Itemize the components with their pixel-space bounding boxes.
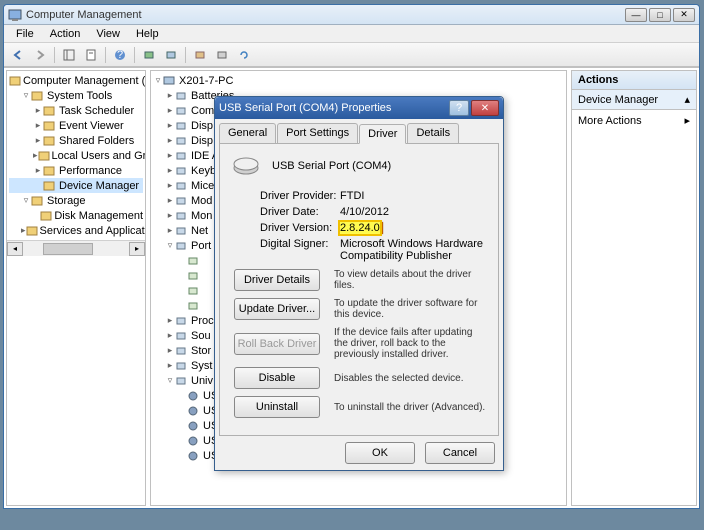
minimize-button[interactable]: —: [625, 8, 647, 22]
disable-button[interactable]: Disable: [234, 367, 320, 389]
more-actions-item[interactable]: More Actions ▸: [572, 110, 696, 131]
properties-dialog: USB Serial Port (COM4) Properties ? ✕ Ge…: [214, 96, 504, 471]
update-driver-button[interactable]: [161, 46, 181, 64]
update-driver-desc: To update the driver software for this d…: [334, 298, 488, 320]
provider-value: FTDI: [340, 190, 488, 202]
tab-body-driver: USB Serial Port (COM4) Driver Provider: …: [219, 143, 499, 436]
disable-desc: Disables the selected device.: [334, 373, 488, 384]
uninstall-button[interactable]: [190, 46, 210, 64]
dialog-close-button[interactable]: ✕: [471, 100, 499, 116]
tree-item[interactable]: Device Manager: [9, 178, 143, 193]
cancel-button[interactable]: Cancel: [425, 442, 495, 464]
collapse-icon[interactable]: ▴: [684, 93, 690, 106]
tab-port-settings[interactable]: Port Settings: [277, 123, 358, 143]
dialog-title: USB Serial Port (COM4) Properties: [219, 102, 449, 114]
back-button[interactable]: [8, 46, 28, 64]
toolbar: ?: [4, 43, 699, 67]
app-icon: [8, 8, 22, 22]
tree-item[interactable]: Computer Management (Local: [9, 73, 143, 88]
rollback-driver-button: Roll Back Driver: [234, 333, 320, 355]
date-label: Driver Date:: [260, 206, 340, 218]
device-icon: [230, 154, 262, 178]
uninstall-button[interactable]: Uninstall: [234, 396, 320, 418]
signer-label: Digital Signer:: [260, 238, 340, 262]
dialog-titlebar[interactable]: USB Serial Port (COM4) Properties ? ✕: [215, 97, 503, 119]
menubar: File Action View Help: [4, 25, 699, 43]
menu-view[interactable]: View: [88, 28, 128, 40]
properties-button[interactable]: [81, 46, 101, 64]
help-button[interactable]: ?: [110, 46, 130, 64]
svg-text:?: ?: [117, 49, 123, 61]
version-value: 2.8.24.0: [340, 222, 488, 234]
menu-action[interactable]: Action: [42, 28, 89, 40]
left-pane: Computer Management (Local▿System Tools▸…: [6, 70, 146, 506]
show-hide-button[interactable]: [59, 46, 79, 64]
rollback-driver-desc: If the device fails after updating the d…: [334, 327, 488, 360]
ok-button[interactable]: OK: [345, 442, 415, 464]
actions-pane: Actions Device Manager ▴ More Actions ▸: [571, 70, 697, 506]
close-button[interactable]: ✕: [673, 8, 695, 22]
driver-details-button[interactable]: Driver Details: [234, 269, 320, 291]
driver-details-desc: To view details about the driver files.: [334, 269, 488, 291]
chevron-right-icon: ▸: [684, 114, 690, 127]
tree-item[interactable]: Disk Management: [9, 208, 143, 223]
tree-item[interactable]: ▸Shared Folders: [9, 133, 143, 148]
tree-item[interactable]: ▿System Tools: [9, 88, 143, 103]
dialog-help-button[interactable]: ?: [449, 100, 469, 116]
legacy-button[interactable]: [212, 46, 232, 64]
forward-button[interactable]: [30, 46, 50, 64]
text-cursor: [382, 222, 383, 234]
dialog-tabs: General Port Settings Driver Details: [215, 119, 503, 143]
tree-item[interactable]: ▸Performance: [9, 163, 143, 178]
left-scrollbar[interactable]: ◂▸: [7, 240, 145, 256]
scan-button[interactable]: [139, 46, 159, 64]
tab-general[interactable]: General: [219, 123, 276, 143]
window-title: Computer Management: [26, 9, 625, 21]
refresh-button[interactable]: [234, 46, 254, 64]
actions-header: Actions: [572, 71, 696, 90]
tree-item[interactable]: ▸Local Users and Groups: [9, 148, 143, 163]
update-driver-button[interactable]: Update Driver...: [234, 298, 320, 320]
date-value: 4/10/2012: [340, 206, 488, 218]
menu-help[interactable]: Help: [128, 28, 167, 40]
uninstall-desc: To uninstall the driver (Advanced).: [334, 402, 488, 413]
signer-value: Microsoft Windows Hardware Compatibility…: [340, 238, 488, 262]
tree-root[interactable]: ▿X201-7-PC: [153, 73, 564, 88]
tree-item[interactable]: ▸Task Scheduler: [9, 103, 143, 118]
device-name: USB Serial Port (COM4): [272, 160, 391, 172]
tree-item[interactable]: ▸Event Viewer: [9, 118, 143, 133]
tree-item[interactable]: ▸Services and Applications: [9, 223, 143, 238]
provider-label: Driver Provider:: [260, 190, 340, 202]
menu-file[interactable]: File: [8, 28, 42, 40]
tree-item[interactable]: ▿Storage: [9, 193, 143, 208]
tab-details[interactable]: Details: [407, 123, 459, 143]
version-label: Driver Version:: [260, 222, 340, 234]
titlebar[interactable]: Computer Management — □ ✕: [4, 5, 699, 25]
actions-subheader[interactable]: Device Manager ▴: [572, 90, 696, 110]
maximize-button[interactable]: □: [649, 8, 671, 22]
tab-driver[interactable]: Driver: [359, 124, 406, 144]
